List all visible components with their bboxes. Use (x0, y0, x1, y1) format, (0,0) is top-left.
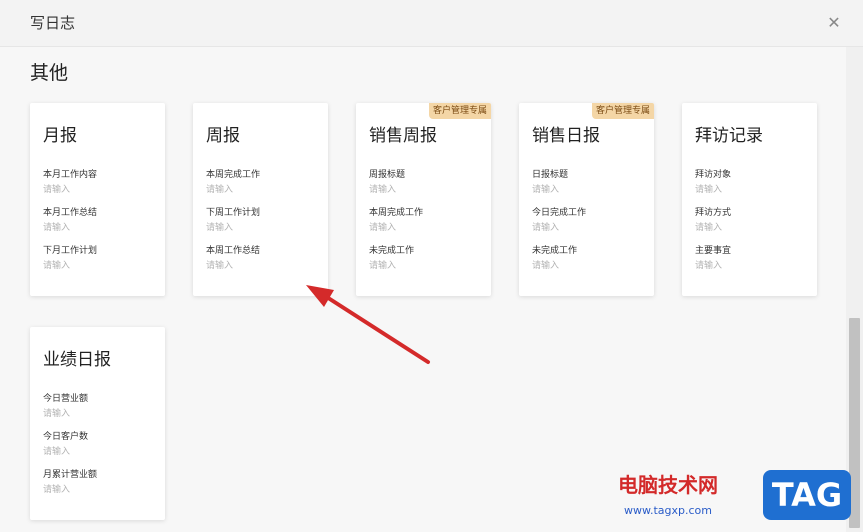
watermark-site-name: 电脑技术网 (618, 473, 718, 497)
watermark-url: www.tagxp.com (624, 504, 712, 517)
watermark-logo: TAG (763, 470, 851, 520)
annotation-arrow-icon (306, 285, 430, 364)
